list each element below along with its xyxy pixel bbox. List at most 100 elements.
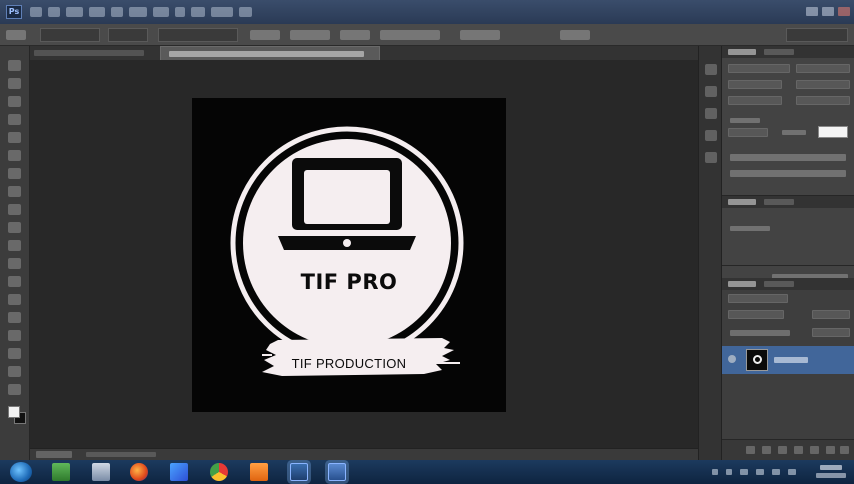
menu-window[interactable]: [211, 7, 233, 17]
font-family-select[interactable]: [728, 64, 790, 73]
blur-tool-icon[interactable]: [8, 276, 21, 287]
marquee-tool-icon[interactable]: [8, 78, 21, 89]
document-info[interactable]: [86, 452, 156, 457]
lasso-tool-icon[interactable]: [8, 96, 21, 107]
layer-visibility-eye-icon[interactable]: [728, 355, 736, 363]
menu-help[interactable]: [239, 7, 252, 17]
eyedropper-tool-icon[interactable]: [8, 150, 21, 161]
presentation-app-icon[interactable]: [328, 463, 346, 481]
menu-file[interactable]: [30, 7, 42, 17]
maximize-icon[interactable]: [822, 7, 834, 16]
tool-mode-field[interactable]: [40, 28, 100, 42]
minimize-icon[interactable]: [806, 7, 818, 16]
volume-icon[interactable]: [788, 469, 796, 475]
menu-3d[interactable]: [175, 7, 185, 17]
pen-tool-icon[interactable]: [8, 312, 21, 323]
zoom-tool-icon[interactable]: [8, 384, 21, 395]
brush-tool-icon[interactable]: [8, 186, 21, 197]
type-style-buttons[interactable]: [730, 154, 846, 161]
document-tab-inactive[interactable]: [34, 50, 144, 56]
menu-layer[interactable]: [89, 7, 105, 17]
option-item[interactable]: [340, 30, 370, 40]
tray-expand-icon[interactable]: [712, 469, 718, 475]
menu-select[interactable]: [129, 7, 147, 17]
clone-stamp-tool-icon[interactable]: [8, 204, 21, 215]
menu-type[interactable]: [111, 7, 123, 17]
network-icon[interactable]: [756, 469, 764, 475]
new-group-icon[interactable]: [810, 446, 819, 454]
properties-panel-icon[interactable]: [705, 86, 717, 97]
healing-brush-tool-icon[interactable]: [8, 168, 21, 179]
font-size-field[interactable]: [728, 80, 782, 89]
layer-style-icon[interactable]: [762, 446, 771, 454]
layers-panel-header[interactable]: [722, 278, 854, 290]
crop-tool-icon[interactable]: [8, 132, 21, 143]
gradient-tool-icon[interactable]: [8, 258, 21, 269]
tracking-field[interactable]: [796, 96, 850, 105]
kerning-field[interactable]: [728, 96, 782, 105]
layer-filter-select[interactable]: [728, 294, 788, 303]
paragraph-panel-header[interactable]: [722, 196, 854, 208]
option-item[interactable]: [560, 30, 590, 40]
tray-icon[interactable]: [726, 469, 732, 475]
taskbar-clock[interactable]: [816, 464, 846, 480]
file-manager-icon[interactable]: [92, 463, 110, 481]
workspace-switcher[interactable]: [786, 28, 848, 42]
foreground-color-swatch[interactable]: [8, 406, 20, 418]
close-icon[interactable]: [838, 7, 850, 16]
photoshop-taskbar-icon[interactable]: [290, 463, 308, 481]
option-item[interactable]: [250, 30, 280, 40]
zoom-level-field[interactable]: [36, 451, 72, 458]
character-panel-header[interactable]: [722, 46, 854, 58]
chrome-icon[interactable]: [210, 463, 228, 481]
paragraph-panel-icon[interactable]: [705, 130, 717, 141]
document-tab[interactable]: [160, 46, 380, 60]
orange-app-icon[interactable]: [250, 463, 268, 481]
preset-row[interactable]: [730, 226, 770, 231]
tray-icon[interactable]: [740, 469, 748, 475]
add-mask-icon[interactable]: [778, 446, 787, 454]
character-panel-icon[interactable]: [705, 108, 717, 119]
menu-image[interactable]: [66, 7, 83, 17]
type-tool-icon[interactable]: [8, 330, 21, 341]
fill-field[interactable]: [812, 328, 850, 337]
option-item[interactable]: [380, 30, 440, 40]
layer-row-selected[interactable]: [722, 346, 854, 374]
history-panel-icon[interactable]: [705, 64, 717, 75]
flag-icon[interactable]: [772, 469, 780, 475]
quick-select-tool-icon[interactable]: [8, 114, 21, 125]
leading-field[interactable]: [796, 80, 850, 89]
opentype-buttons[interactable]: [730, 170, 846, 177]
refine-edge-field[interactable]: [158, 28, 238, 42]
windows-explorer-icon[interactable]: [52, 463, 70, 481]
eraser-tool-icon[interactable]: [8, 240, 21, 251]
tool-preset-picker[interactable]: [6, 30, 26, 40]
delete-layer-icon[interactable]: [840, 446, 849, 454]
windows-start-icon[interactable]: [10, 462, 32, 482]
link-layers-icon[interactable]: [746, 446, 755, 454]
blend-mode-select[interactable]: [728, 310, 784, 319]
firefox-icon[interactable]: [130, 463, 148, 481]
option-item[interactable]: [290, 30, 330, 40]
history-brush-tool-icon[interactable]: [8, 222, 21, 233]
lock-icons[interactable]: [730, 330, 790, 336]
font-style-select[interactable]: [796, 64, 850, 73]
move-tool-icon[interactable]: [8, 60, 21, 71]
tool-setting-field[interactable]: [108, 28, 148, 42]
brush-panel-icon[interactable]: [705, 152, 717, 163]
menu-view[interactable]: [191, 7, 205, 17]
hand-tool-icon[interactable]: [8, 366, 21, 377]
document-canvas[interactable]: TIF PRO TIF PRODUCTION: [192, 98, 506, 412]
media-player-icon[interactable]: [170, 463, 188, 481]
option-item[interactable]: [460, 30, 500, 40]
opacity-field[interactable]: [812, 310, 850, 319]
new-layer-icon[interactable]: [826, 446, 835, 454]
menu-edit[interactable]: [48, 7, 60, 17]
text-color-swatch[interactable]: [818, 126, 848, 138]
adjustment-layer-icon[interactable]: [794, 446, 803, 454]
layer-thumbnail: [746, 349, 768, 371]
vertical-scale-field[interactable]: [728, 128, 768, 137]
path-select-tool-icon[interactable]: [8, 348, 21, 359]
menu-filter[interactable]: [153, 7, 169, 17]
dodge-tool-icon[interactable]: [8, 294, 21, 305]
